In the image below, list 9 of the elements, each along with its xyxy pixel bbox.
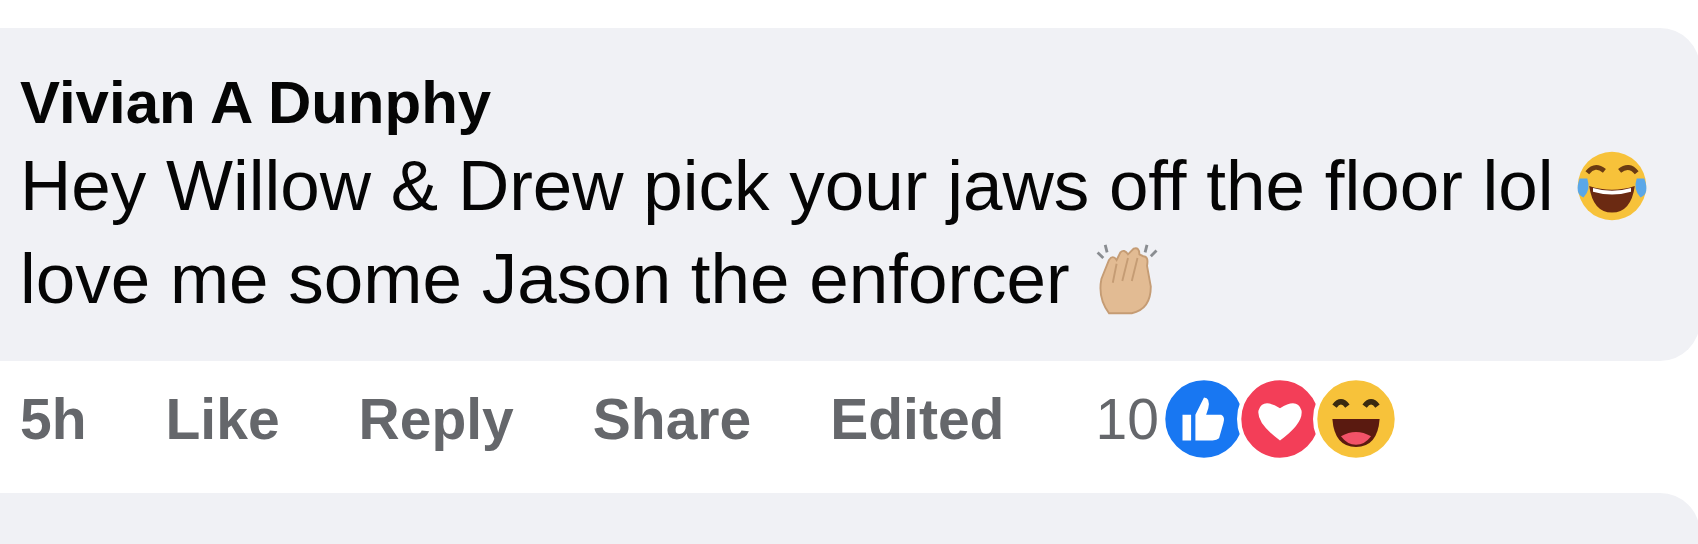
comment-action-link[interactable]: Reply: [358, 386, 514, 452]
author-name[interactable]: Vivian A Dunphy: [20, 73, 1698, 133]
reaction-count[interactable]: 10: [1095, 386, 1159, 452]
comment-text: Hey Willow & Drew pick your jaws off the floor lol: [20, 145, 1554, 227]
comment-action-link[interactable]: Like: [165, 386, 280, 452]
comment-action-link[interactable]: Share: [592, 386, 752, 452]
comment-text: love me some Jason the enforcer: [20, 238, 1070, 320]
edited-label: Edited: [830, 386, 1005, 452]
comment-time: 5h: [20, 386, 87, 452]
